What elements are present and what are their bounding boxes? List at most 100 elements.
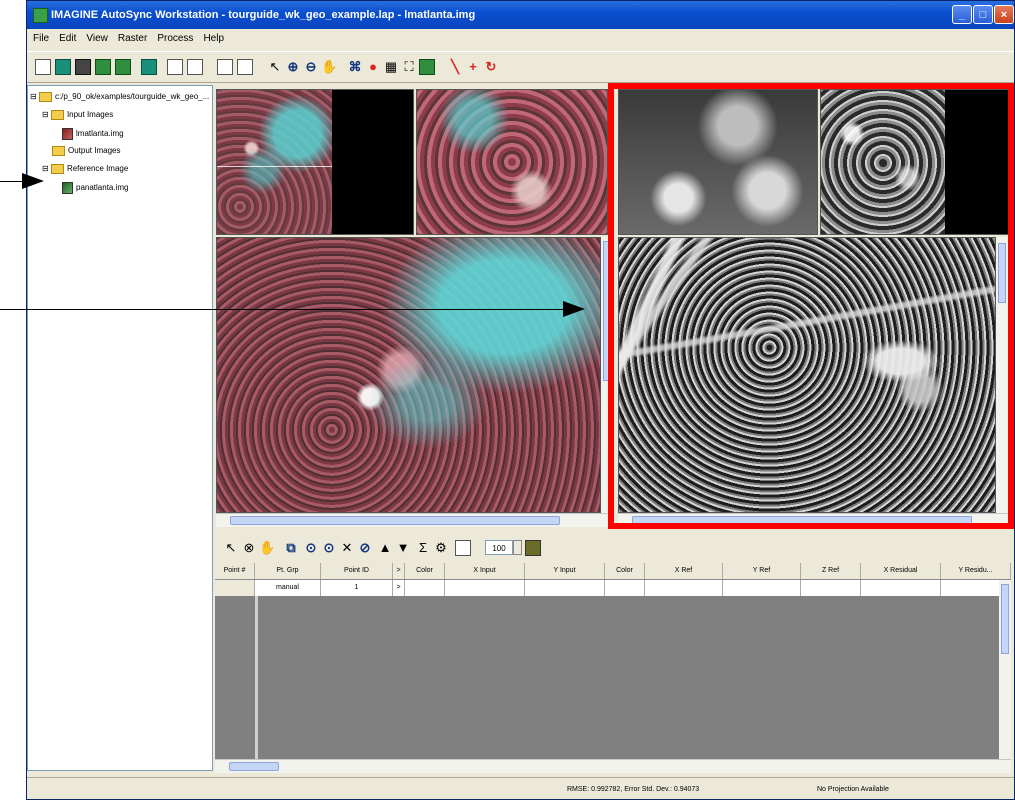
col-y-ref[interactable]: Y Ref	[723, 563, 801, 579]
select-icon[interactable]: ↖	[223, 540, 239, 556]
frame-icon[interactable]: ⛶	[401, 59, 417, 75]
col-y-input[interactable]: Y Input	[525, 563, 605, 579]
create-gcp-icon[interactable]: ⊗	[241, 540, 257, 556]
reference-main-viewer[interactable]	[618, 237, 996, 513]
save-icon[interactable]	[75, 59, 91, 75]
cell-point-number[interactable]	[215, 580, 255, 596]
input-horizontal-scrollbar[interactable]	[216, 513, 614, 527]
hand-icon[interactable]: ✋	[259, 540, 275, 556]
color-swatch-icon[interactable]	[525, 540, 541, 556]
menu-view[interactable]: View	[80, 29, 112, 44]
col-y-residual[interactable]: Y Residu...	[941, 563, 1011, 579]
scroll-thumb[interactable]	[230, 516, 560, 525]
single-view-icon[interactable]	[217, 59, 233, 75]
col-x-residual[interactable]: X Residual	[861, 563, 941, 579]
link-box[interactable]	[217, 166, 332, 167]
table-vertical-scrollbar[interactable]	[999, 580, 1011, 759]
cell-z-ref[interactable]	[801, 580, 861, 596]
cell-y-input[interactable]	[525, 580, 605, 596]
col-x-input[interactable]: X Input	[445, 563, 525, 579]
cell-arrow[interactable]: >	[393, 580, 405, 596]
table-icon[interactable]	[455, 540, 471, 556]
scroll-thumb[interactable]	[229, 762, 279, 771]
cell-x-ref[interactable]	[645, 580, 723, 596]
menu-edit[interactable]: Edit	[53, 29, 80, 44]
tree-output-images[interactable]: Output Images	[52, 146, 120, 156]
status-bar: RMSE: 0.992782, Error Std. Dev.: 0.94073…	[27, 777, 1014, 800]
home-icon[interactable]	[115, 59, 131, 75]
input-vertical-scrollbar[interactable]	[601, 237, 613, 513]
tree-reference-file[interactable]: panatlanta.img	[62, 182, 128, 194]
col-x-ref[interactable]: X Ref	[645, 563, 723, 579]
open-icon[interactable]	[55, 59, 71, 75]
zoom-in-icon[interactable]: ⊕	[285, 59, 301, 75]
minimize-button[interactable]: _	[952, 5, 972, 24]
tree-reference-image[interactable]: ⊟ Reference Image	[42, 164, 128, 174]
layout-right-icon[interactable]	[187, 59, 203, 75]
delete-gcp-icon[interactable]: ✕	[339, 540, 355, 556]
maximize-button[interactable]: □	[973, 5, 993, 24]
prev-gcp-icon[interactable]: ⊙	[303, 540, 319, 556]
cell-x-residual[interactable]	[861, 580, 941, 596]
up-triangle-icon[interactable]: ▲	[377, 540, 393, 556]
fit-icon[interactable]: ⌘	[347, 59, 363, 75]
col-color-input[interactable]: Color	[405, 563, 445, 579]
col-z-ref[interactable]: Z Ref	[801, 563, 861, 579]
menu-help[interactable]: Help	[197, 29, 228, 44]
tree-input-file[interactable]: lmatlanta.img	[62, 128, 124, 140]
add-image-icon[interactable]	[95, 59, 111, 75]
grid-icon[interactable]: ▦	[383, 59, 399, 75]
input-main-viewer[interactable]	[216, 237, 601, 513]
reference-vertical-scrollbar[interactable]	[996, 237, 1008, 513]
pan-icon[interactable]: ✋	[321, 59, 337, 75]
cell-point-id[interactable]: 1	[321, 580, 393, 596]
table-row[interactable]: manual 1 >	[215, 580, 1011, 596]
input-zoom-viewer[interactable]	[416, 89, 608, 235]
sigma-icon[interactable]: Σ	[415, 540, 431, 556]
reference-horizontal-scrollbar[interactable]	[618, 513, 1008, 527]
tree-root[interactable]: ⊟ c:/p_90_ok/examples/tourguide_wk_geo_.…	[30, 92, 209, 102]
reference-zoom-viewer[interactable]	[618, 89, 818, 235]
menu-raster[interactable]: Raster	[112, 29, 151, 44]
col-pt-grp[interactable]: Pt. Grp	[255, 563, 321, 579]
zoom-out-icon[interactable]: ⊖	[303, 59, 319, 75]
col-arrow[interactable]: >	[393, 563, 405, 579]
table-horizontal-scrollbar[interactable]	[215, 759, 1011, 773]
col-point-number[interactable]: Point #	[215, 563, 255, 579]
compute-icon[interactable]: ⊘	[357, 540, 373, 556]
zoom-field[interactable]: 100	[485, 540, 513, 555]
drive-icon[interactable]: ⧉	[283, 540, 299, 556]
scroll-thumb[interactable]	[998, 243, 1006, 303]
cell-x-input[interactable]	[445, 580, 525, 596]
rmse-status: RMSE: 0.992782, Error Std. Dev.: 0.94073	[567, 786, 700, 793]
add-point-icon[interactable]: +	[465, 59, 481, 75]
cell-pt-grp[interactable]: manual	[255, 580, 321, 596]
pointer-icon[interactable]: ↖	[267, 59, 283, 75]
scroll-thumb[interactable]	[632, 516, 972, 525]
target-icon[interactable]: ●	[365, 59, 381, 75]
scroll-thumb[interactable]	[1001, 584, 1009, 654]
cell-y-ref[interactable]	[723, 580, 801, 596]
tree-input-images[interactable]: ⊟ Input Images	[42, 110, 113, 120]
new-icon[interactable]	[35, 59, 51, 75]
cell-color-ref[interactable]	[605, 580, 645, 596]
draw-line-icon[interactable]: ╲	[447, 59, 463, 75]
down-triangle-icon[interactable]: ▼	[395, 540, 411, 556]
layout-left-icon[interactable]	[167, 59, 183, 75]
refresh-icon[interactable]: ↻	[483, 59, 499, 75]
reference-overview-viewer[interactable]	[820, 89, 1010, 235]
menu-file[interactable]: File	[27, 29, 53, 44]
scroll-thumb[interactable]	[603, 241, 611, 381]
database-icon[interactable]	[141, 59, 157, 75]
col-color-ref[interactable]: Color	[605, 563, 645, 579]
menu-process[interactable]: Process	[151, 29, 197, 44]
report-icon[interactable]	[419, 59, 435, 75]
settings-icon[interactable]: ⚙	[433, 540, 449, 556]
cell-color-input[interactable]	[405, 580, 445, 596]
next-gcp-icon[interactable]: ⊙	[321, 540, 337, 556]
input-overview-viewer[interactable]	[216, 89, 414, 235]
close-button[interactable]: ×	[994, 5, 1014, 24]
dual-view-icon[interactable]	[237, 59, 253, 75]
col-point-id[interactable]: Point ID	[321, 563, 393, 579]
zoom-spinner[interactable]	[513, 540, 522, 555]
